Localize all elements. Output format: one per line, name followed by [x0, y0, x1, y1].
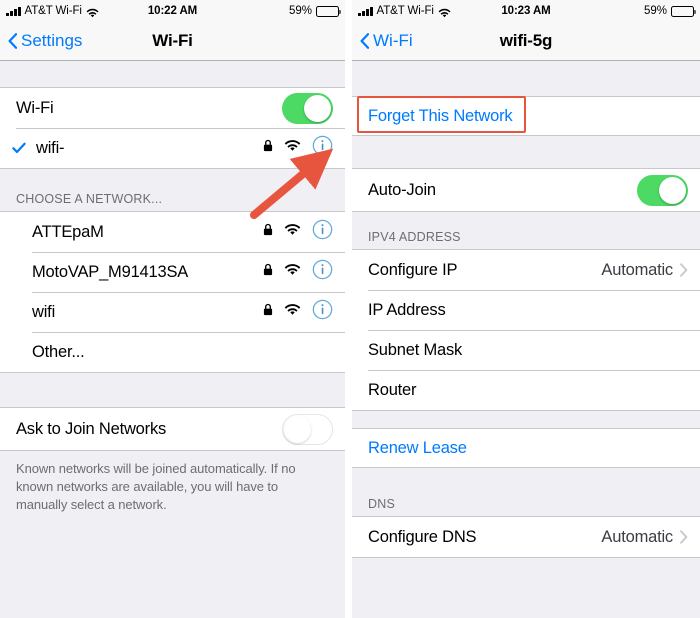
auto-join-row[interactable]: Auto-Join — [352, 169, 700, 211]
network-accessories — [263, 259, 333, 285]
checkmark-icon — [12, 141, 26, 155]
network-accessories — [263, 299, 333, 325]
choose-network-header: CHOOSE A NETWORK... — [0, 169, 345, 211]
other-network-label: Other... — [32, 342, 85, 361]
ipv4-group: Configure IP Automatic IP Address Subnet… — [352, 249, 700, 411]
ask-to-join-group: Ask to Join Networks — [0, 407, 345, 451]
left-nav-bar: Settings Wi-Fi — [0, 22, 345, 61]
network-name: wifi — [32, 302, 56, 321]
info-circle-icon[interactable] — [312, 219, 333, 245]
configure-ip-row[interactable]: Configure IP Automatic — [352, 250, 700, 290]
dual-screenshot-container: AT&T Wi-Fi 10:22 AM 59% Settings Wi-Fi W… — [0, 0, 700, 618]
subnet-mask-row[interactable]: Subnet Mask — [352, 330, 700, 370]
left-table-view: Wi-Fi wifi- CHOOSE A NETWORK... ATTEpaM … — [0, 61, 345, 618]
wifi-row-label: Wi-Fi — [16, 98, 54, 117]
left-status-bar: AT&T Wi-Fi 10:22 AM 59% — [0, 0, 345, 22]
page-title: Wi-Fi — [152, 31, 193, 50]
row-label: Configure IP — [368, 260, 458, 279]
wifi-toggle-group: Wi-Fi wifi- — [0, 87, 345, 169]
ask-to-join-row[interactable]: Ask to Join Networks — [0, 408, 345, 450]
spacer — [0, 373, 345, 407]
auto-join-toggle[interactable] — [637, 174, 688, 206]
renew-lease-row[interactable]: Renew Lease — [352, 429, 700, 467]
wifi-signal-icon — [284, 263, 301, 281]
connected-network-accessories — [263, 135, 333, 161]
auto-join-group: Auto-Join — [352, 168, 700, 212]
row-label: Subnet Mask — [368, 340, 463, 359]
forget-this-network-row[interactable]: Forget This Network — [352, 97, 700, 135]
wifi-signal-icon — [284, 223, 301, 241]
network-row-1[interactable]: MotoVAP_M91413SA — [0, 252, 345, 292]
status-bar-right-group: 59% — [288, 0, 341, 22]
info-circle-icon[interactable] — [312, 299, 333, 325]
renew-lease-label: Renew Lease — [368, 438, 467, 457]
ip-address-row[interactable]: IP Address — [352, 290, 700, 330]
network-row-0[interactable]: ATTEpaM — [0, 212, 345, 252]
network-accessories — [263, 219, 333, 245]
lock-icon — [263, 223, 273, 241]
forget-this-network-label: Forget This Network — [368, 106, 513, 125]
network-row-2[interactable]: wifi — [0, 292, 345, 332]
connected-network-row[interactable]: wifi- — [0, 128, 345, 168]
configure-dns-row[interactable]: Configure DNS Automatic — [352, 517, 700, 557]
spacer — [352, 61, 700, 96]
wifi-row[interactable]: Wi-Fi — [0, 88, 345, 128]
page-title: wifi-5g — [499, 31, 553, 50]
right-phone-screen: AT&T Wi-Fi 10:23 AM 59% Wi-Fi wifi-5g Fo… — [352, 0, 700, 618]
chevron-right-icon — [680, 263, 688, 277]
spacer — [352, 411, 700, 428]
ask-to-join-footer-note: Known networks will be joined automatica… — [0, 451, 345, 514]
right-status-bar: AT&T Wi-Fi 10:23 AM 59% — [352, 0, 700, 22]
wifi-toggle[interactable] — [282, 92, 333, 124]
right-nav-bar: Wi-Fi wifi-5g — [352, 22, 700, 61]
auto-join-label: Auto-Join — [368, 180, 436, 199]
lock-icon — [263, 303, 273, 321]
row-label: IP Address — [368, 300, 446, 319]
dns-section-header: DNS — [352, 468, 700, 516]
forget-network-group: Forget This Network — [352, 96, 700, 136]
lock-icon — [263, 263, 273, 281]
lock-icon — [263, 139, 273, 157]
battery-percent-label: 59% — [643, 5, 667, 17]
row-value: Automatic — [601, 260, 673, 279]
other-network-row[interactable]: Other... — [0, 332, 345, 372]
spacer — [352, 558, 700, 598]
battery-icon — [316, 5, 341, 17]
left-phone-screen: AT&T Wi-Fi 10:22 AM 59% Settings Wi-Fi W… — [0, 0, 345, 618]
info-circle-icon[interactable] — [312, 259, 333, 285]
status-bar-right-group: 59% — [643, 0, 696, 22]
ask-to-join-toggle[interactable] — [282, 413, 333, 445]
battery-percent-label: 59% — [288, 5, 312, 17]
renew-lease-group: Renew Lease — [352, 428, 700, 468]
ipv4-section-header: IPV4 ADDRESS — [352, 212, 700, 249]
row-label: Configure DNS — [368, 527, 477, 546]
network-name: MotoVAP_M91413SA — [32, 262, 189, 281]
wifi-signal-icon — [284, 303, 301, 321]
connected-network-name: wifi- — [36, 138, 65, 157]
network-name: ATTEpaM — [32, 222, 104, 241]
row-label: Router — [368, 380, 417, 399]
router-row[interactable]: Router — [352, 370, 700, 410]
ask-to-join-label: Ask to Join Networks — [16, 419, 167, 438]
wifi-signal-icon — [284, 139, 301, 157]
chevron-right-icon — [680, 530, 688, 544]
info-circle-icon[interactable] — [312, 135, 333, 161]
network-list-group: ATTEpaM MotoVAP_M91413SA wifi Other... — [0, 211, 345, 373]
right-table-view: Forget This Network Auto-Join IPV4 ADDRE… — [352, 61, 700, 618]
battery-icon — [671, 5, 696, 17]
spacer — [0, 61, 345, 87]
spacer — [352, 136, 700, 168]
row-value: Automatic — [601, 527, 673, 546]
dns-group: Configure DNS Automatic — [352, 516, 700, 558]
